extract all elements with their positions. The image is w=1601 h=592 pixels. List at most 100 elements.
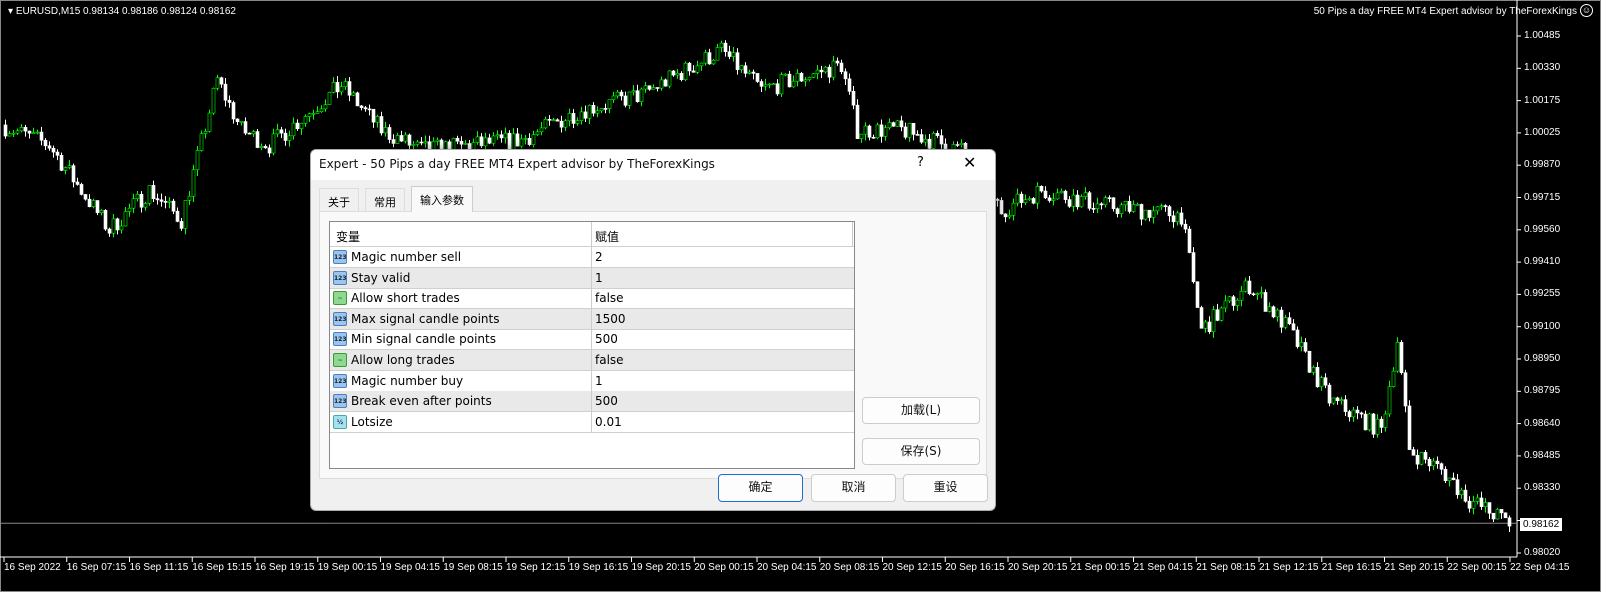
bull-candle	[959, 142, 964, 145]
bear-candle	[479, 136, 484, 147]
bull-candle	[339, 86, 344, 93]
close-button[interactable]: ✕	[963, 153, 976, 172]
bear-candle	[1247, 280, 1252, 295]
bear-candle	[871, 136, 876, 139]
bull-candle	[823, 66, 828, 73]
bear-candle	[1359, 412, 1364, 415]
dialog-titlebar[interactable]: Expert - 50 Pips a day FREE MT4 Expert a…	[311, 150, 995, 180]
bear-candle	[1163, 205, 1168, 208]
time-tick-label: 21 Sep 00:15	[1070, 562, 1131, 573]
bear-candle	[1087, 192, 1092, 209]
bull-candle	[395, 135, 400, 144]
param-name: Stay valid	[351, 270, 411, 285]
bear-candle	[1499, 509, 1504, 514]
divider	[852, 222, 853, 247]
help-button[interactable]: ?	[917, 155, 924, 170]
smiley-icon[interactable]: ☺	[1580, 4, 1593, 17]
bear-candle	[367, 108, 372, 111]
tab-about[interactable]: 关于	[319, 188, 359, 212]
param-row[interactable]: 123 Stay valid 1	[330, 267, 854, 289]
bear-candle	[723, 42, 728, 52]
bear-candle	[1315, 367, 1320, 388]
param-value[interactable]: false	[595, 291, 624, 305]
column-value[interactable]: 赋值	[595, 228, 619, 245]
price-tick-label: 0.99560	[1524, 223, 1561, 235]
save-button[interactable]: 保存(S)	[862, 438, 980, 465]
bull-candle	[1235, 299, 1240, 306]
column-variable[interactable]: 变量	[336, 228, 360, 245]
tab-common[interactable]: 常用	[365, 188, 405, 212]
bull-candle	[1131, 204, 1136, 212]
param-row[interactable]: 123 Break even after points 500	[330, 391, 854, 413]
bear-candle	[1063, 190, 1068, 200]
bear-candle	[1207, 321, 1212, 333]
param-value[interactable]: 0.01	[595, 415, 622, 429]
param-row[interactable]: ~ Allow short trades false	[330, 288, 854, 310]
bear-candle	[379, 116, 384, 134]
bull-candle	[323, 104, 328, 110]
param-value[interactable]: 1	[595, 374, 603, 388]
reset-button[interactable]: 重设	[903, 474, 988, 502]
bull-candle	[543, 119, 548, 129]
integer-type-icon: 123	[333, 332, 347, 347]
bull-candle	[771, 83, 776, 86]
param-row[interactable]: 123 Max signal candle points 1500	[330, 308, 854, 330]
params-table[interactable]: 变量 赋值 123 Magic number sell 2 123 Stay valid…	[329, 221, 855, 469]
param-row[interactable]: 123 Magic number buy 1	[330, 371, 854, 392]
ok-button[interactable]: 确定	[718, 474, 803, 502]
param-value[interactable]: 500	[595, 394, 618, 408]
bull-candle	[127, 207, 132, 212]
bear-candle	[1323, 377, 1328, 386]
bear-candle	[1467, 500, 1472, 509]
time-tick-label: 16 Sep 11:15	[129, 562, 189, 573]
bull-candle	[315, 111, 320, 114]
bear-candle	[355, 92, 360, 107]
param-row[interactable]: 123 Min signal candle points 500	[330, 329, 854, 351]
time-tick-label: 20 Sep 00:15	[694, 562, 754, 573]
bear-candle	[83, 194, 88, 200]
dialog-title: Expert - 50 Pips a day FREE MT4 Expert a…	[319, 157, 715, 171]
bull-candle	[167, 200, 172, 203]
bull-candle	[715, 47, 720, 61]
table-header: 变量 赋值	[330, 222, 854, 247]
bull-candle	[683, 62, 688, 80]
bull-candle	[535, 131, 540, 135]
bear-candle	[175, 210, 180, 222]
param-value[interactable]: false	[595, 353, 624, 367]
bear-candle	[1423, 452, 1428, 460]
load-button[interactable]: 加载(L)	[862, 397, 980, 424]
bull-candle	[275, 129, 280, 135]
bull-candle	[907, 122, 912, 138]
time-tick-label: 21 Sep 08:15	[1196, 562, 1256, 573]
time-tick-label: 21 Sep 20:15	[1384, 562, 1445, 573]
bull-candle	[783, 73, 788, 76]
bear-candle	[851, 91, 856, 106]
bear-candle	[995, 198, 1000, 201]
param-row[interactable]: ~ Allow long trades false	[330, 350, 854, 371]
bull-candle	[611, 95, 616, 100]
bear-candle	[71, 165, 76, 183]
bear-candle	[79, 184, 84, 195]
bull-candle	[207, 112, 212, 132]
param-row[interactable]: 123 Magic number sell 2	[330, 247, 854, 268]
param-value[interactable]: 1	[595, 271, 603, 285]
bull-candle	[191, 169, 196, 197]
param-row[interactable]: ½ Lotsize 0.01	[330, 412, 854, 433]
tab-inputs[interactable]: 输入参数	[411, 186, 473, 212]
bear-candle	[1507, 517, 1512, 527]
cancel-button[interactable]: 取消	[811, 474, 896, 502]
param-value[interactable]: 500	[595, 332, 618, 346]
param-value[interactable]: 1500	[595, 312, 626, 326]
bear-candle	[687, 62, 692, 72]
bear-candle	[1251, 293, 1256, 296]
bear-candle	[279, 129, 284, 134]
price-tick-label: 0.98485	[1524, 449, 1561, 461]
bear-candle	[23, 127, 28, 132]
bull-candle	[803, 79, 808, 82]
param-value[interactable]: 2	[595, 250, 603, 264]
bull-candle	[1027, 198, 1032, 200]
bull-candle	[531, 134, 536, 145]
bull-candle	[1311, 367, 1316, 373]
bear-candle	[619, 91, 624, 97]
bear-candle	[371, 108, 376, 123]
